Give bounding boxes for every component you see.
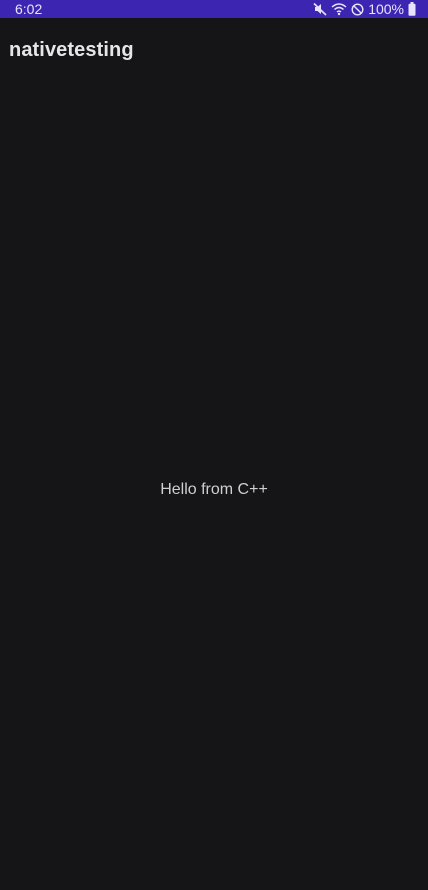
hello-message: Hello from C++	[160, 481, 268, 498]
status-time: 6:02	[15, 1, 43, 17]
app-title: nativetesting	[9, 39, 134, 61]
battery-percent: 100%	[368, 1, 404, 17]
no-disturb-icon	[351, 2, 364, 16]
wifi-icon	[331, 2, 347, 16]
battery-icon	[408, 2, 416, 16]
app-screen: 6:02 100% nativetesting Hello from C++	[0, 0, 428, 890]
status-icons: 100%	[313, 0, 416, 18]
main-content: Hello from C++	[0, 82, 428, 890]
mute-icon	[313, 2, 327, 16]
app-bar: nativetesting	[0, 18, 428, 82]
status-bar: 6:02 100%	[0, 0, 428, 18]
